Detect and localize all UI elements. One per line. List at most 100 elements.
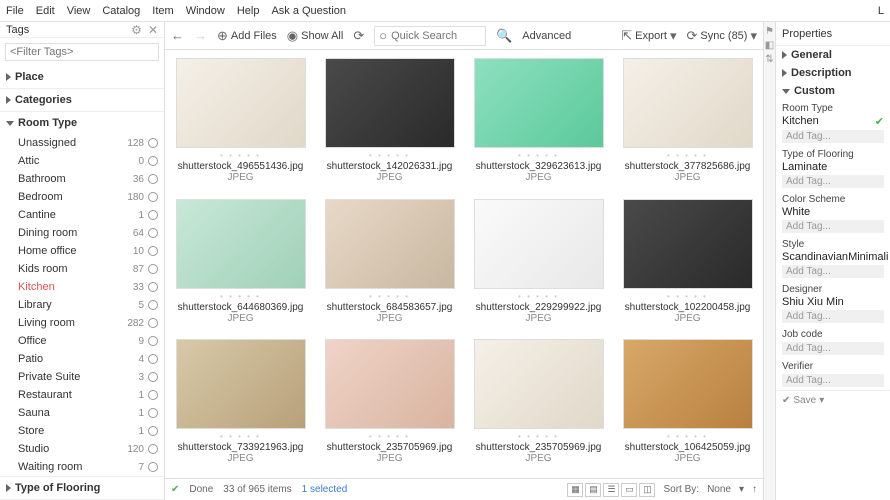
tag-waiting-room[interactable]: Waiting room7	[0, 458, 164, 476]
thumbnail-image[interactable]	[325, 339, 455, 429]
scroll-lock-icon[interactable]: ⇅	[765, 54, 773, 65]
add-tag-input[interactable]: Add Tag...	[782, 130, 884, 143]
tag-sauna[interactable]: Sauna1	[0, 404, 164, 422]
radio-icon[interactable]	[148, 300, 158, 310]
radio-icon[interactable]	[148, 174, 158, 184]
add-files-button[interactable]: ⊕Add Files	[217, 28, 277, 44]
thumbnail-image[interactable]	[474, 199, 604, 289]
nav-fwd[interactable]: →	[194, 28, 207, 43]
refresh-button[interactable]: ⟳	[353, 28, 364, 44]
sort-value[interactable]: None	[707, 484, 731, 495]
rating-dots[interactable]: • • • • •	[369, 432, 410, 441]
view-grid-icon[interactable]: ▦	[567, 483, 583, 497]
section-room-type[interactable]: Room Type	[0, 112, 164, 134]
tag-kids-room[interactable]: Kids room87	[0, 260, 164, 278]
prop-section-general[interactable]: General	[776, 46, 890, 64]
sync-button[interactable]: ⟳Sync (85)▾	[686, 28, 757, 44]
radio-icon[interactable]	[148, 246, 158, 256]
menu-catalog[interactable]: Catalog	[102, 5, 140, 17]
tag-attic[interactable]: Attic0	[0, 152, 164, 170]
radio-icon[interactable]	[148, 210, 158, 220]
radio-icon[interactable]	[148, 426, 158, 436]
radio-icon[interactable]	[148, 228, 158, 238]
menu-right[interactable]: L	[878, 5, 884, 17]
export-button[interactable]: ⇱Export▾	[621, 28, 676, 44]
add-tag-input[interactable]: Add Tag...	[782, 374, 884, 387]
menu-edit[interactable]: Edit	[36, 5, 55, 17]
rating-dots[interactable]: • • • • •	[220, 292, 261, 301]
prop-section-description[interactable]: Description	[776, 64, 890, 82]
radio-icon[interactable]	[148, 462, 158, 472]
thumbnail-image[interactable]	[623, 199, 753, 289]
scroll-flag-icon[interactable]: ⚑	[765, 26, 774, 37]
section-type-of-flooring[interactable]: Type of Flooring	[0, 477, 164, 499]
radio-icon[interactable]	[148, 282, 158, 292]
menu-window[interactable]: Window	[186, 5, 225, 17]
tag-studio[interactable]: Studio120	[0, 440, 164, 458]
thumbnail-image[interactable]	[474, 339, 604, 429]
sort-dropdown-icon[interactable]: ▾	[739, 484, 744, 495]
search-icon[interactable]: 🔍	[496, 28, 512, 44]
add-tag-input[interactable]: Add Tag...	[782, 342, 884, 355]
tag-living-room[interactable]: Living room282	[0, 314, 164, 332]
search-input[interactable]	[391, 30, 481, 42]
radio-icon[interactable]	[148, 444, 158, 454]
tag-private-suite[interactable]: Private Suite3	[0, 368, 164, 386]
radio-icon[interactable]	[148, 354, 158, 364]
tag-dining-room[interactable]: Dining room64	[0, 224, 164, 242]
radio-icon[interactable]	[148, 318, 158, 328]
gear-icon[interactable]: ⚙	[131, 23, 142, 37]
radio-icon[interactable]	[148, 138, 158, 148]
tag-cantine[interactable]: Cantine1	[0, 206, 164, 224]
tag-store[interactable]: Store1	[0, 422, 164, 440]
thumbnail-image[interactable]	[176, 199, 306, 289]
thumbnail-image[interactable]	[176, 58, 306, 148]
rating-dots[interactable]: • • • • •	[369, 151, 410, 160]
thumbnail-image[interactable]	[176, 339, 306, 429]
close-icon[interactable]: ✕	[148, 23, 158, 37]
rating-dots[interactable]: • • • • •	[518, 151, 559, 160]
radio-icon[interactable]	[148, 408, 158, 418]
advanced-button[interactable]: Advanced	[522, 30, 571, 42]
radio-icon[interactable]	[148, 372, 158, 382]
tag-restaurant[interactable]: Restaurant1	[0, 386, 164, 404]
prop-section-custom[interactable]: Custom	[776, 82, 890, 100]
status-selected[interactable]: 1 selected	[302, 484, 348, 495]
tag-kitchen[interactable]: Kitchen33	[0, 278, 164, 296]
thumbnail-image[interactable]	[623, 339, 753, 429]
rating-dots[interactable]: • • • • •	[518, 432, 559, 441]
thumbnail-image[interactable]	[623, 58, 753, 148]
menu-ask[interactable]: Ask a Question	[271, 5, 346, 17]
thumbnail-image[interactable]	[474, 58, 604, 148]
save-button[interactable]: Save	[793, 395, 816, 406]
radio-icon[interactable]	[148, 336, 158, 346]
radio-icon[interactable]	[148, 192, 158, 202]
tag-patio[interactable]: Patio4	[0, 350, 164, 368]
radio-icon[interactable]	[148, 390, 158, 400]
rating-dots[interactable]: • • • • •	[369, 292, 410, 301]
tag-bedroom[interactable]: Bedroom180	[0, 188, 164, 206]
view-tile-icon[interactable]: ◫	[639, 483, 655, 497]
rating-dots[interactable]: • • • • •	[220, 432, 261, 441]
save-dropdown-icon[interactable]: ▾	[819, 395, 824, 406]
rating-dots[interactable]: • • • • •	[667, 151, 708, 160]
add-tag-input[interactable]: Add Tag...	[782, 310, 884, 323]
section-categories[interactable]: Categories	[0, 89, 164, 111]
section-place[interactable]: Place	[0, 66, 164, 88]
add-tag-input[interactable]: Add Tag...	[782, 265, 884, 278]
view-list-icon[interactable]: ☰	[603, 483, 619, 497]
quick-search[interactable]: ○	[374, 26, 486, 46]
thumbnail-image[interactable]	[325, 199, 455, 289]
add-tag-input[interactable]: Add Tag...	[782, 220, 884, 233]
rating-dots[interactable]: • • • • •	[667, 292, 708, 301]
menu-file[interactable]: File	[6, 5, 24, 17]
scroll-bookmark-icon[interactable]: ◧	[765, 40, 774, 51]
tag-office[interactable]: Office9	[0, 332, 164, 350]
menu-item[interactable]: Item	[152, 5, 173, 17]
rating-dots[interactable]: • • • • •	[518, 292, 559, 301]
menu-view[interactable]: View	[67, 5, 91, 17]
sort-asc-icon[interactable]: ↑	[752, 484, 757, 495]
radio-icon[interactable]	[148, 156, 158, 166]
show-all-button[interactable]: ◉Show All	[287, 28, 344, 44]
nav-back[interactable]: ←	[171, 28, 184, 43]
